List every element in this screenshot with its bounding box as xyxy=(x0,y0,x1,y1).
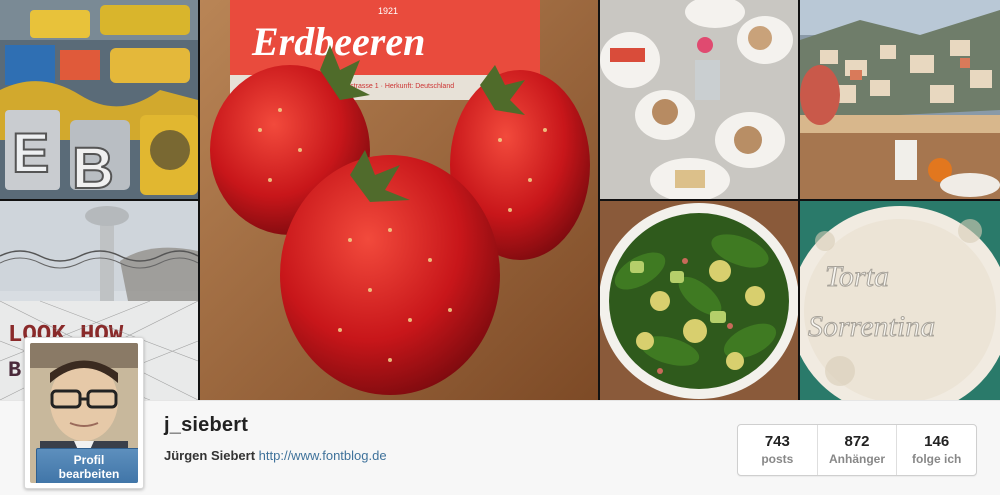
stat-following[interactable]: 146 folge ich xyxy=(897,425,976,475)
profile-picture-card: Profil bearbeiten xyxy=(24,337,144,489)
cake-text-line2: Sorrentina xyxy=(808,310,935,343)
svg-text:B: B xyxy=(72,136,114,199)
photo-strawberries[interactable]: Erdbeeren 1921 Hansestrasse 1 · Herkunft… xyxy=(200,0,598,400)
cake-text-line1: Torta xyxy=(825,260,889,293)
stat-following-label: folge ich xyxy=(912,452,962,466)
username: j_siebert xyxy=(164,414,249,436)
edit-profile-label-2: bearbeiten xyxy=(58,467,120,481)
svg-text:E: E xyxy=(12,121,49,184)
stat-followers-value: 872 xyxy=(844,433,870,450)
full-name: Jürgen Siebert xyxy=(164,448,256,463)
photo-torta-sorrentina[interactable]: Torta Sorrentina xyxy=(800,201,1000,400)
website-link[interactable]: http://www.fontblog.de xyxy=(259,448,387,463)
stat-following-value: 146 xyxy=(924,433,950,450)
stat-followers[interactable]: 872 Anhänger xyxy=(818,425,898,475)
photo-grid: E B Erdbeeren 1921 Hansestrasse 1 · Herk… xyxy=(0,0,1000,400)
photo-cafe-table[interactable] xyxy=(600,0,798,199)
photo-spinach-salad[interactable] xyxy=(600,201,798,400)
edit-profile-button[interactable]: Profil bearbeiten xyxy=(36,448,138,483)
profile-stats: 743 posts 872 Anhänger 146 folge ich xyxy=(737,424,977,476)
photo-positano[interactable] xyxy=(800,0,1000,199)
stat-posts-value: 743 xyxy=(764,433,790,450)
avatar: Profil bearbeiten xyxy=(30,343,138,483)
edit-profile-label-1: Profil xyxy=(73,453,105,467)
profile-bio-line: Jürgen Siebert http://www.fontblog.de xyxy=(164,448,387,463)
stat-posts-label: posts xyxy=(761,452,794,466)
box-year-text: 1921 xyxy=(378,6,398,16)
stat-posts[interactable]: 743 posts xyxy=(738,425,818,475)
stat-followers-label: Anhänger xyxy=(829,452,886,466)
photo-letters-signs[interactable]: E B xyxy=(0,0,198,199)
box-brand-text: Erdbeeren xyxy=(251,19,425,64)
